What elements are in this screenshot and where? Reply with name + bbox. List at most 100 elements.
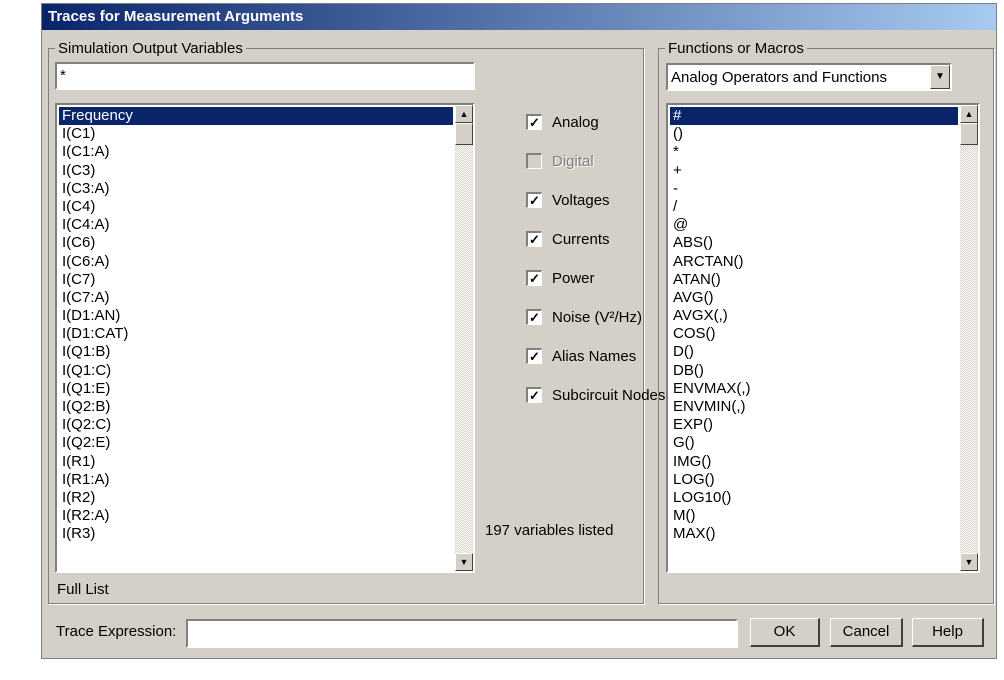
arrow-up-icon: ▲: [964, 109, 974, 119]
checkbox-box[interactable]: ✓: [526, 192, 542, 208]
list-item[interactable]: I(C4): [59, 198, 453, 216]
list-item[interactable]: I(C3:A): [59, 180, 453, 198]
simulation-output-legend: Simulation Output Variables: [58, 40, 243, 57]
arrow-down-icon: ▼: [964, 557, 974, 567]
chevron-down-icon: ▼: [935, 71, 945, 82]
list-item[interactable]: G(): [670, 434, 958, 452]
simulation-variable-list[interactable]: Frequency I(C1) I(C1:A) I(C3) I(C3:A) I(C4) I(…: [55, 103, 475, 573]
trace-expression-input[interactable]: [186, 619, 738, 648]
list-item[interactable]: MAX(): [670, 525, 958, 543]
checkbox-label: Subcircuit Nodes: [552, 386, 666, 404]
list-item[interactable]: I(C7): [59, 271, 453, 289]
list-item[interactable]: I(C6:A): [59, 253, 453, 271]
list-item[interactable]: #: [670, 107, 958, 126]
dropdown-button[interactable]: ▼: [930, 65, 950, 89]
scroll-down-button[interactable]: ▼: [960, 553, 978, 571]
cancel-button[interactable]: Cancel: [830, 618, 903, 647]
functions-legend: Functions or Macros: [668, 40, 804, 57]
checkbox-box[interactable]: ✓: [526, 387, 542, 403]
checkbox-voltages[interactable]: ✓ Voltages: [526, 190, 610, 210]
list-item[interactable]: D(): [670, 343, 958, 361]
list-item[interactable]: *: [670, 143, 958, 161]
list-item[interactable]: @: [670, 216, 958, 234]
list-item[interactable]: I(Q1:B): [59, 343, 453, 361]
list-item[interactable]: IMG(): [670, 453, 958, 471]
list-item[interactable]: ENVMIN(,): [670, 398, 958, 416]
list-item[interactable]: I(Q1:E): [59, 380, 453, 398]
list-item[interactable]: -: [670, 180, 958, 198]
checkbox-analog[interactable]: ✓ Analog: [526, 112, 599, 132]
list-item[interactable]: I(C4:A): [59, 216, 453, 234]
list-item[interactable]: (): [670, 125, 958, 143]
list-item[interactable]: I(R1:A): [59, 471, 453, 489]
list-item[interactable]: LOG(): [670, 471, 958, 489]
filter-input-value: *: [60, 67, 66, 84]
list-item[interactable]: COS(): [670, 325, 958, 343]
list-item[interactable]: ENVMAX(,): [670, 380, 958, 398]
check-icon: ✓: [529, 388, 540, 403]
check-icon: ✓: [529, 115, 540, 130]
list-item[interactable]: AVG(): [670, 289, 958, 307]
list-item[interactable]: ARCTAN(): [670, 253, 958, 271]
list-item[interactable]: I(Q2:C): [59, 416, 453, 434]
function-list-scrollbar[interactable]: ▲ ▼: [960, 105, 978, 571]
window-title: Traces for Measurement Arguments: [48, 8, 304, 25]
help-button[interactable]: Help: [912, 618, 984, 647]
list-item[interactable]: I(D1:CAT): [59, 325, 453, 343]
list-item[interactable]: /: [670, 198, 958, 216]
list-item[interactable]: I(Q1:C): [59, 362, 453, 380]
list-item[interactable]: EXP(): [670, 416, 958, 434]
check-icon: ✓: [529, 193, 540, 208]
title-bar: Traces for Measurement Arguments: [42, 4, 996, 30]
checkbox-box[interactable]: ✓: [526, 309, 542, 325]
scroll-up-button[interactable]: ▲: [960, 105, 978, 123]
check-icon: ✓: [529, 232, 540, 247]
dialog-window: Traces for Measurement Arguments Simulat…: [41, 3, 997, 659]
list-item[interactable]: ATAN(): [670, 271, 958, 289]
checkbox-box[interactable]: ✓: [526, 348, 542, 364]
scroll-thumb[interactable]: [455, 123, 473, 145]
checkbox-label: Digital: [552, 152, 594, 170]
scroll-down-button[interactable]: ▼: [455, 553, 473, 571]
checkbox-box[interactable]: ✓: [526, 114, 542, 130]
checkbox-currents[interactable]: ✓ Currents: [526, 229, 610, 249]
checkbox-box[interactable]: ✓: [526, 231, 542, 247]
scroll-up-button[interactable]: ▲: [455, 105, 473, 123]
checkbox-noise-v-hz[interactable]: ✓ Noise (V²/Hz): [526, 307, 642, 327]
scroll-thumb[interactable]: [960, 123, 978, 145]
list-item[interactable]: I(C3): [59, 162, 453, 180]
list-item[interactable]: I(C1:A): [59, 143, 453, 161]
function-list[interactable]: #() * + - / @ ABS() ARCTAN() ATAN() AVG() AVGX(,) C…: [666, 103, 980, 573]
filter-input[interactable]: *: [55, 62, 475, 90]
checkbox-box[interactable]: ✓: [526, 270, 542, 286]
checkbox-subcircuit-nodes[interactable]: ✓ Subcircuit Nodes: [526, 385, 665, 405]
list-item[interactable]: I(Q2:B): [59, 398, 453, 416]
list-item[interactable]: DB(): [670, 362, 958, 380]
checkbox-label: Noise (V²/Hz): [552, 308, 643, 326]
check-icon: ✓: [529, 310, 540, 325]
list-item[interactable]: I(C7:A): [59, 289, 453, 307]
arrow-down-icon: ▼: [459, 557, 469, 567]
simulation-list-scrollbar[interactable]: ▲ ▼: [455, 105, 473, 571]
list-item[interactable]: I(R1): [59, 453, 453, 471]
checkbox-box: [526, 153, 542, 169]
list-item[interactable]: Frequency: [59, 107, 453, 126]
checkbox-power[interactable]: ✓ Power: [526, 268, 595, 288]
list-item[interactable]: I(C1): [59, 125, 453, 143]
list-item[interactable]: LOG10(): [670, 489, 958, 507]
check-icon: ✓: [529, 349, 540, 364]
ok-button[interactable]: OK: [750, 618, 820, 647]
list-item[interactable]: I(C6): [59, 234, 453, 252]
list-item[interactable]: +: [670, 162, 958, 180]
list-item[interactable]: I(R2): [59, 489, 453, 507]
arrow-up-icon: ▲: [459, 109, 469, 119]
list-item[interactable]: ABS(): [670, 234, 958, 252]
function-category-dropdown[interactable]: Analog Operators and Functions ▼: [666, 63, 952, 91]
list-item[interactable]: AVGX(,): [670, 307, 958, 325]
list-item[interactable]: I(Q2:E): [59, 434, 453, 452]
list-item[interactable]: I(D1:AN): [59, 307, 453, 325]
list-item[interactable]: I(R3): [59, 525, 453, 543]
list-item[interactable]: M(): [670, 507, 958, 525]
list-item[interactable]: I(R2:A): [59, 507, 453, 525]
checkbox-alias-names[interactable]: ✓ Alias Names: [526, 346, 636, 366]
